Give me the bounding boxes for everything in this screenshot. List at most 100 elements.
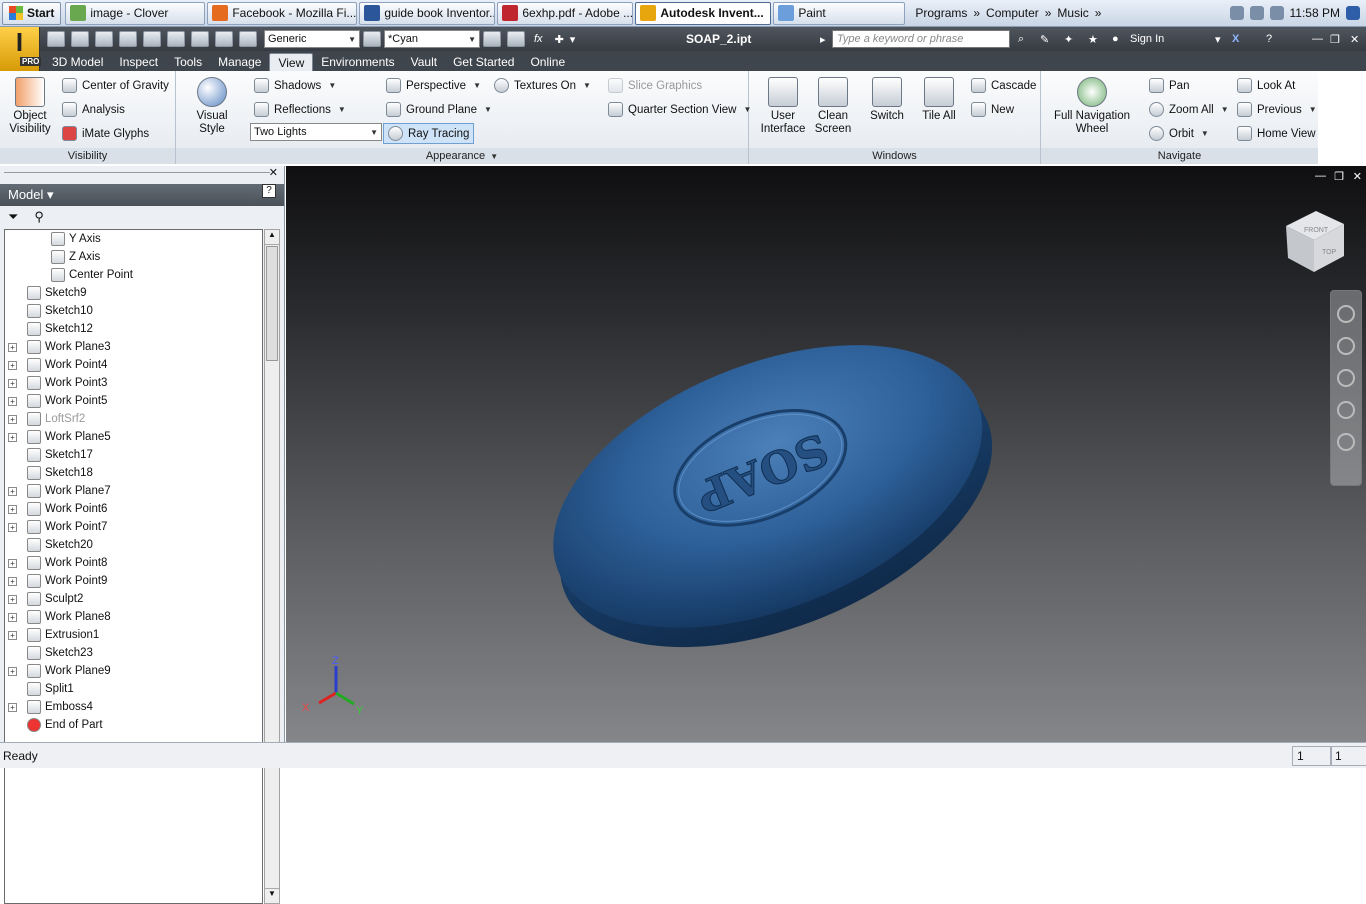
print-icon[interactable] (167, 31, 185, 47)
look-at-button[interactable]: Look At (1237, 78, 1295, 93)
browser-help-icon[interactable]: ? (262, 184, 276, 198)
switch-button[interactable]: Switch (863, 77, 911, 123)
favorites-icon[interactable]: ★ (1088, 33, 1098, 46)
soap-model[interactable]: SOAP (511, 288, 1033, 704)
window-close-icon[interactable]: ✕ (1350, 33, 1359, 46)
browser-node[interactable]: Sketch9 (5, 284, 262, 302)
start-button[interactable]: Start (2, 1, 62, 25)
ribbon-tab[interactable]: Inspect (111, 53, 166, 71)
ray-tracing-button[interactable]: Ray Tracing (383, 123, 475, 144)
search-input[interactable]: Type a keyword or phrase (832, 30, 1010, 48)
browser-node[interactable]: + Work Plane3 (5, 338, 262, 356)
browser-node[interactable]: + Work Point4 (5, 356, 262, 374)
expand-icon[interactable]: + (8, 433, 17, 442)
center-of-gravity-button[interactable]: Center of Gravity (62, 78, 169, 93)
browser-node[interactable]: Sketch10 (5, 302, 262, 320)
user-icon[interactable] (1269, 6, 1284, 20)
browser-node[interactable]: Sketch17 (5, 446, 262, 464)
browser-node[interactable]: Sketch18 (5, 464, 262, 482)
browser-grip[interactable] (4, 166, 270, 173)
taskbar-item[interactable]: guide book Inventor... (359, 1, 496, 25)
expand-icon[interactable]: + (8, 415, 17, 424)
orbit-button[interactable]: Orbit ▼ (1149, 126, 1209, 141)
inventor-application-menu-icon[interactable]: I PRO (0, 27, 42, 71)
quarter-section-view-button[interactable]: Quarter Section View ▼ (608, 102, 751, 117)
search-expand-icon[interactable]: ▸ (820, 33, 826, 46)
appearance-override-icon[interactable] (483, 31, 501, 47)
taskbar-place-link[interactable]: Music (1057, 6, 1088, 20)
color-wheel-icon[interactable] (363, 31, 381, 47)
qat-dropdown-icon[interactable]: ▾ (570, 33, 576, 46)
browser-node[interactable]: Z Axis (5, 248, 262, 266)
browser-node[interactable]: End of Part (5, 716, 262, 734)
browser-node[interactable]: Split1 (5, 680, 262, 698)
sign-in-link[interactable]: Sign In (1130, 33, 1164, 45)
graphics-window[interactable]: — ❐ ✕ SOAP FRONT TOP Z X Y (286, 166, 1366, 742)
browser-node[interactable]: + Work Plane7 (5, 482, 262, 500)
taskbar-place-link[interactable]: Computer (986, 6, 1039, 20)
undo-icon[interactable] (119, 31, 137, 47)
expand-icon[interactable]: + (8, 595, 17, 604)
ribbon-tab[interactable]: Vault (403, 53, 445, 71)
previous-view-button[interactable]: Previous ▼ (1237, 102, 1317, 117)
navbar-orbit-icon[interactable] (1337, 401, 1355, 419)
viewcube[interactable]: FRONT TOP (1286, 211, 1344, 272)
zoom-all-button[interactable]: Zoom All ▼ (1149, 102, 1229, 117)
scroll-thumb[interactable] (266, 246, 278, 361)
pan-button[interactable]: Pan (1149, 78, 1189, 93)
taskbar-item[interactable]: Facebook - Mozilla Fi... (207, 1, 358, 25)
browser-node[interactable]: + Extrusion1 (5, 626, 262, 644)
analysis-button[interactable]: Analysis (62, 102, 125, 117)
textures-on-button[interactable]: Textures On ▼ (494, 78, 591, 93)
user-icon[interactable]: ● (1112, 33, 1119, 45)
update-icon[interactable] (191, 31, 209, 47)
material-dropdown[interactable]: Generic ▼ (264, 30, 360, 48)
full-navigation-wheel-button[interactable]: Full Navigation Wheel (1049, 77, 1135, 136)
browser-node[interactable]: + Work Point7 (5, 518, 262, 536)
browser-node[interactable]: Y Axis (5, 230, 262, 248)
binoculars-icon[interactable]: ⌕ (1018, 33, 1024, 46)
browser-scrollbar[interactable]: ▲ ▼ (264, 229, 280, 904)
object-visibility-button[interactable]: Object Visibility (6, 77, 54, 136)
taskbar-item[interactable]: Autodesk Invent... (635, 1, 772, 25)
material-icon[interactable] (239, 31, 257, 47)
imate-glyphs-button[interactable]: iMate Glyphs (62, 126, 149, 141)
expand-icon[interactable]: + (8, 613, 17, 622)
navbar-zoom-icon[interactable] (1337, 369, 1355, 387)
expand-icon[interactable]: + (8, 505, 17, 514)
exchange-icon[interactable]: X (1232, 33, 1239, 45)
network-icon[interactable] (1229, 6, 1244, 20)
fx-icon[interactable]: fx (534, 33, 543, 45)
expand-icon[interactable]: + (8, 667, 17, 676)
browser-header[interactable]: Model ▾ ? (0, 184, 284, 206)
browser-node[interactable]: + Work Point3 (5, 374, 262, 392)
browser-node[interactable]: + Work Point5 (5, 392, 262, 410)
expand-icon[interactable]: + (8, 631, 17, 640)
filter-icon[interactable]: ⏷ (8, 209, 18, 225)
window-minimize-icon[interactable]: — (1312, 33, 1323, 45)
taskbar-place-link[interactable]: Programs (915, 6, 967, 20)
lighting-style-dropdown[interactable]: Two Lights ▼ (250, 123, 382, 141)
browser-node[interactable]: + Work Point9 (5, 572, 262, 590)
ground-plane-button[interactable]: Ground Plane ▼ (386, 102, 492, 117)
browser-node[interactable]: + Work Point6 (5, 500, 262, 518)
shadows-button[interactable]: Shadows ▼ (254, 78, 336, 93)
volume-icon[interactable] (1249, 6, 1264, 20)
ribbon-tab[interactable]: View (269, 53, 314, 71)
tile-all-button[interactable]: Tile All (915, 77, 963, 123)
visual-style-button[interactable]: Visual Style (184, 77, 240, 136)
browser-node[interactable]: Sketch12 (5, 320, 262, 338)
select-icon[interactable] (215, 31, 233, 47)
save-icon[interactable] (95, 31, 113, 47)
expand-icon[interactable]: + (8, 343, 17, 352)
taskbar-item[interactable]: Paint (773, 1, 906, 25)
tools-icon[interactable]: ✎ (1040, 33, 1049, 46)
navbar-look-at-icon[interactable] (1337, 433, 1355, 451)
slice-graphics-button[interactable]: Slice Graphics (608, 78, 702, 93)
browser-node[interactable]: + Work Plane9 (5, 662, 262, 680)
browser-node[interactable]: Sketch23 (5, 644, 262, 662)
ribbon-tab[interactable]: Get Started (445, 53, 522, 71)
browser-node[interactable]: + Work Plane8 (5, 608, 262, 626)
ribbon-tab[interactable]: Manage (210, 53, 269, 71)
scroll-up-icon[interactable]: ▲ (265, 230, 279, 245)
